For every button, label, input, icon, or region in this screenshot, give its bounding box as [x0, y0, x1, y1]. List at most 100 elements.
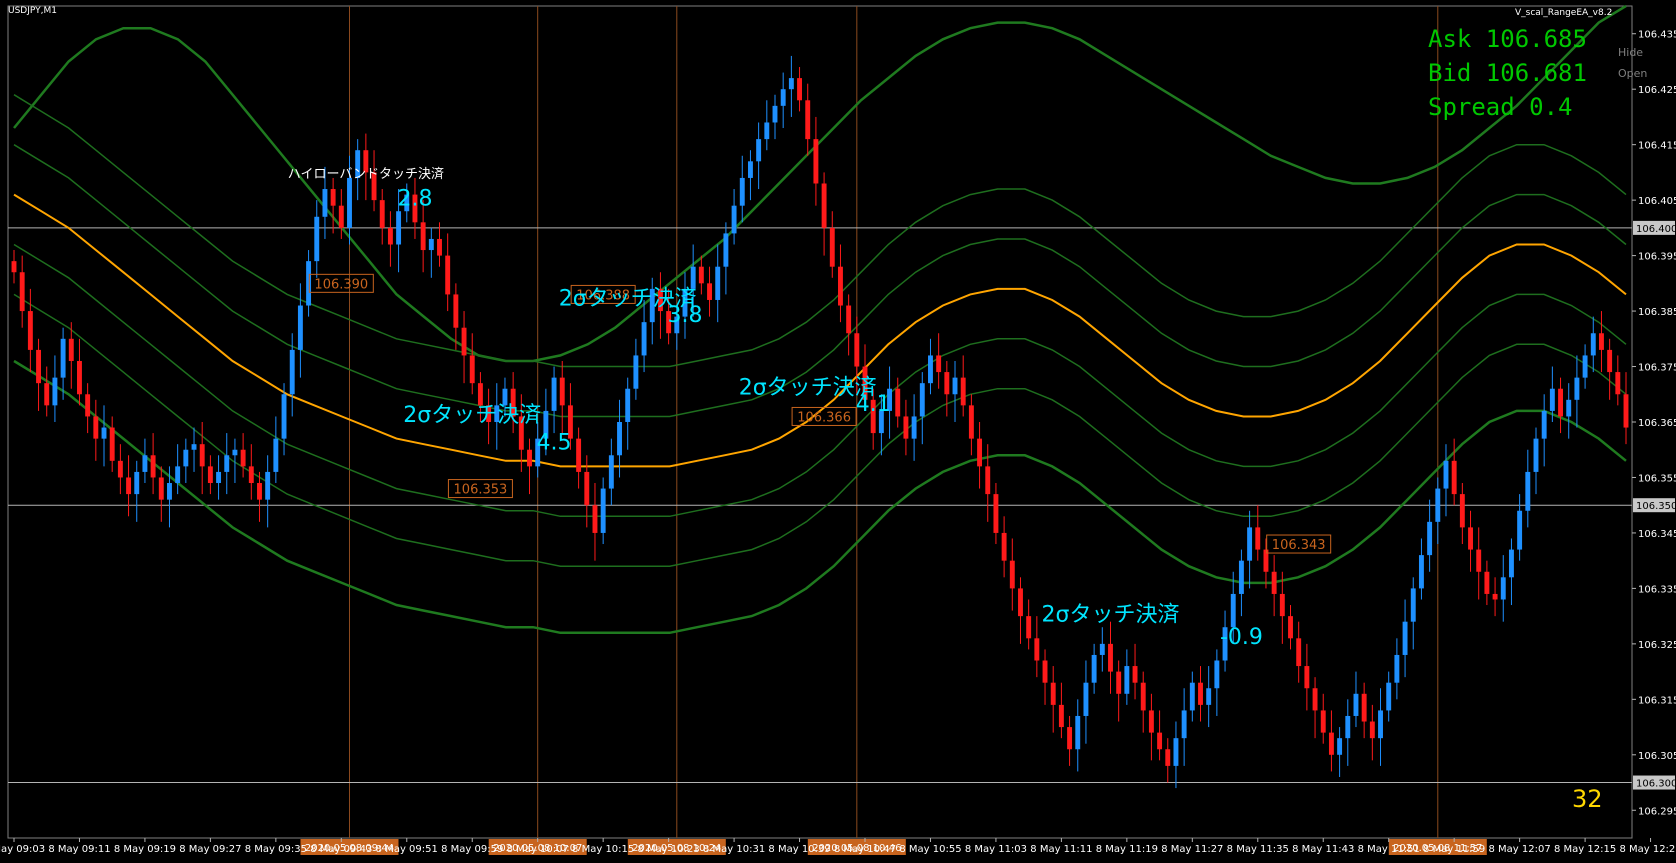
band-lower-2: [13, 293, 1627, 567]
candle-body: [723, 233, 729, 267]
candle-body: [19, 272, 25, 312]
x-tick-label: 8 May 12:15: [1554, 844, 1616, 855]
candle-body: [1009, 560, 1015, 589]
candle-body: [1181, 710, 1187, 739]
candle-body: [44, 383, 50, 406]
x-tick-label: 8 May 10:15: [572, 844, 634, 855]
candle-body: [993, 494, 999, 533]
candle-body: [821, 183, 827, 228]
candle-body: [1320, 710, 1326, 733]
candle-body: [608, 455, 614, 489]
candle-body: [469, 355, 475, 384]
candle-body: [1345, 715, 1351, 739]
candle-body: [1369, 721, 1375, 739]
candle-body: [240, 449, 246, 467]
candle-body: [36, 349, 42, 384]
candle-body: [968, 405, 974, 439]
hide-button[interactable]: Hide: [1618, 46, 1643, 59]
y-tick-label: 106.305: [1638, 751, 1676, 762]
candle-body: [1541, 410, 1547, 439]
candle-body: [1173, 738, 1179, 766]
candle-body: [437, 238, 442, 256]
candle-body: [911, 416, 917, 439]
profit-label: 2σタッチ決済: [1042, 603, 1180, 628]
chart-area[interactable]: 2020.05.08 09:44 2020.05.08 10:07 2020.05.…: [0, 0, 1676, 859]
candle-body: [1206, 688, 1212, 705]
candle-body: [52, 377, 58, 406]
candle-body: [93, 416, 99, 439]
candle-body: [1075, 715, 1081, 750]
candle-body: [1517, 510, 1523, 550]
candle-body: [191, 444, 197, 450]
candle-body: [600, 488, 606, 533]
y-tick-label: 106.395: [1638, 252, 1676, 263]
price-chart[interactable]: 2020.05.08 09:44 2020.05.08 10:07 2020.05.…: [0, 0, 1676, 859]
candle-body: [559, 377, 565, 406]
candle-body: [985, 466, 991, 495]
bid-label: Bid 106.681: [1428, 59, 1587, 87]
y-tick-label: 106.375: [1638, 363, 1676, 374]
x-tick-label: 8 May 09:19: [114, 844, 176, 855]
candle-body: [756, 139, 762, 162]
candle-body: [903, 416, 909, 439]
candle-body: [330, 189, 336, 206]
x-tick-label: 8 May 11:43: [1292, 844, 1354, 855]
x-tick-label: 8 May 10:07: [507, 844, 569, 855]
candle-body: [1108, 643, 1113, 672]
x-tick-label: 8 May 09:03: [0, 844, 45, 855]
x-tick-label: 8 May 09:59: [441, 844, 503, 855]
candle-body: [27, 311, 33, 350]
candle-body: [707, 283, 712, 300]
candle-body: [1034, 638, 1040, 661]
x-tick-label: 8 May 10:23: [638, 844, 700, 855]
candle-body: [788, 78, 794, 90]
candle-body: [1132, 666, 1138, 683]
candle-body: [183, 449, 189, 467]
candle-body: [731, 205, 737, 234]
price-line-label: 106.300: [1636, 779, 1676, 790]
candle-body: [387, 227, 393, 245]
x-tick-label: 8 May 09:11: [48, 844, 110, 855]
x-tick-label: 8 May 11:59: [1423, 844, 1485, 855]
candle-body: [109, 427, 115, 461]
candle-body: [1378, 710, 1383, 739]
candle-body: [1623, 394, 1629, 428]
y-tick-label: 106.335: [1638, 584, 1676, 595]
y-tick-label: 106.295: [1638, 806, 1676, 817]
candle-body: [1615, 372, 1621, 395]
candle-body: [150, 455, 156, 478]
candle-body: [68, 338, 74, 361]
candle-body: [289, 349, 295, 395]
candle-body: [158, 477, 164, 500]
candle-body: [1189, 682, 1195, 711]
candle-body: [1328, 732, 1334, 755]
candle-body: [1607, 349, 1613, 373]
y-tick-label: 106.405: [1638, 196, 1676, 207]
candle-body: [420, 222, 426, 251]
candle-body: [805, 100, 811, 140]
candle-body: [248, 466, 254, 484]
candle-body: [1484, 571, 1490, 594]
x-tick-label: 8 May 10:47: [834, 844, 896, 855]
candle-body: [1091, 654, 1097, 683]
y-tick-label: 106.325: [1638, 640, 1676, 651]
candle-body: [1083, 682, 1089, 716]
candle-body: [1402, 621, 1408, 655]
open-button[interactable]: Open: [1618, 67, 1647, 80]
candle-body: [829, 227, 835, 267]
candle-body: [216, 471, 222, 484]
candle-body: [175, 466, 181, 484]
profit-label: 2σタッチ決済: [403, 403, 541, 428]
candle-body: [1558, 388, 1563, 417]
candle-body: [1230, 593, 1236, 628]
candle-body: [928, 355, 933, 384]
candle-body: [764, 122, 770, 140]
candle-body: [1549, 388, 1555, 411]
x-tick-label: 8 May 12:07: [1489, 844, 1551, 855]
candle-body: [625, 388, 631, 422]
candle-body: [1247, 527, 1253, 561]
x-tick-label: 8 May 09:35: [245, 844, 307, 855]
candle-body: [1361, 693, 1367, 722]
candle-body: [1116, 671, 1122, 694]
candle-body: [1238, 560, 1244, 594]
